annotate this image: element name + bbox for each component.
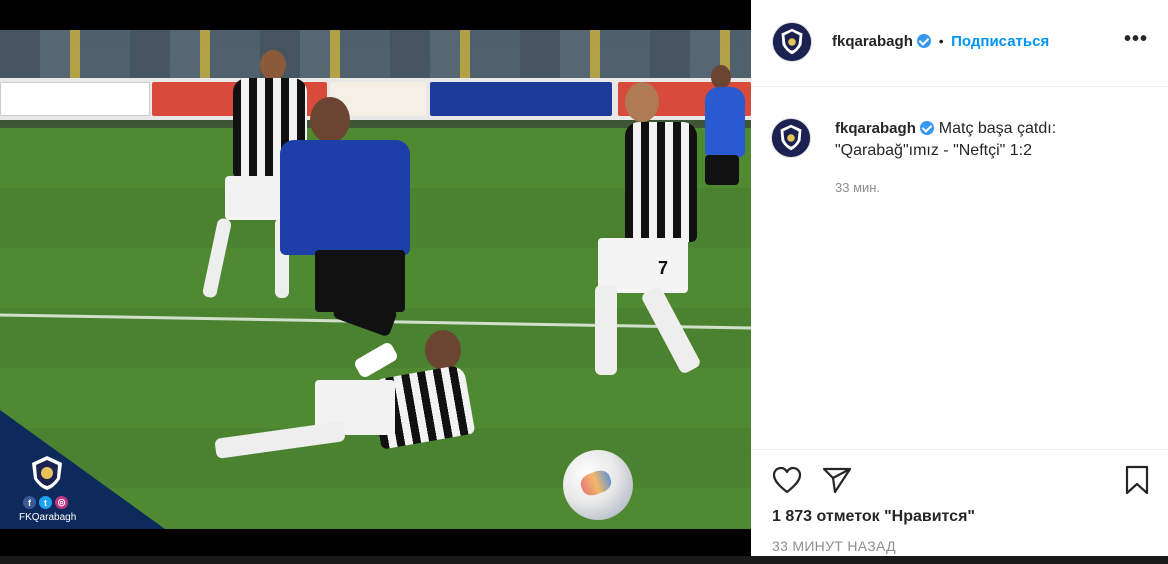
- facebook-icon: f: [23, 496, 36, 509]
- instagram-icon: ◎: [55, 496, 68, 509]
- caption-username[interactable]: fkqarabagh: [835, 120, 916, 137]
- post-panel: fkqarabagh • Подписаться ••• fkqarabagh …: [751, 0, 1168, 564]
- twitter-icon: t: [39, 496, 52, 509]
- player-blue-background: [695, 65, 751, 275]
- caption-body: fkqarabagh Matç başa çatdı: "Qarabağ"ımı…: [835, 118, 1155, 162]
- post-header: fkqarabagh • Подписаться •••: [751, 0, 1168, 87]
- post-photo[interactable]: 7: [0, 30, 751, 529]
- follow-button[interactable]: Подписаться: [951, 33, 1049, 50]
- verified-badge-icon: [920, 121, 935, 135]
- club-crest-icon: [32, 456, 62, 490]
- header-user-row: fkqarabagh • Подписаться: [832, 33, 1049, 51]
- send-icon[interactable]: [820, 463, 854, 497]
- player-number: 7: [657, 258, 668, 278]
- club-crest-icon: [772, 119, 810, 157]
- bottom-strip: [0, 556, 1168, 564]
- divider: [751, 449, 1168, 450]
- post-timestamp[interactable]: 33 МИНУТ НАЗАД: [772, 538, 896, 554]
- bookmark-icon[interactable]: [1120, 463, 1154, 497]
- ad-board: [0, 82, 150, 116]
- likes-count[interactable]: 1 873 отметок "Нравится": [772, 508, 975, 526]
- player-sliding: [214, 330, 485, 470]
- social-icons: f t ◎: [23, 496, 68, 509]
- caption-timestamp[interactable]: 33 мин.: [835, 180, 880, 195]
- verified-badge-icon: [917, 34, 932, 48]
- stadium-stands: [0, 30, 751, 78]
- more-dots-icon[interactable]: •••: [1124, 29, 1148, 49]
- football: [563, 450, 633, 520]
- caption-avatar[interactable]: [771, 118, 811, 158]
- watermark-text: FKQarabagh: [19, 512, 77, 523]
- club-crest-icon: [773, 23, 811, 61]
- header-username[interactable]: fkqarabagh: [832, 33, 913, 50]
- follow-separator: •: [938, 33, 944, 49]
- post-media[interactable]: 7 f t ◎ FKQarabagh: [0, 0, 751, 564]
- avatar[interactable]: [772, 22, 812, 62]
- heart-icon[interactable]: [770, 463, 804, 497]
